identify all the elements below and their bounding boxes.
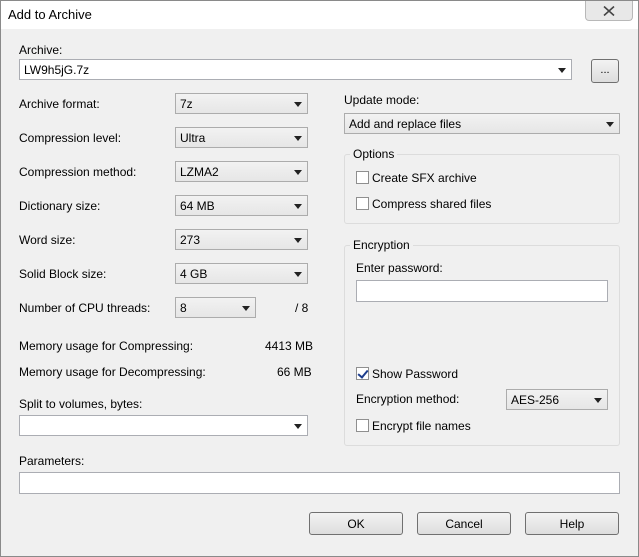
chevron-down-icon: [294, 136, 302, 141]
chevron-down-icon: [294, 170, 302, 175]
update-mode-select[interactable]: Add and replace files: [344, 113, 620, 134]
help-button[interactable]: Help: [525, 512, 619, 535]
compression-method-label: Compression method:: [19, 165, 137, 179]
compress-shared-checkbox[interactable]: [356, 197, 369, 210]
title-bar: Add to Archive: [1, 1, 638, 29]
compression-level-label: Compression level:: [19, 131, 122, 145]
help-button-label: Help: [559, 516, 585, 531]
options-group: Options: [344, 147, 620, 224]
show-password-checkbox[interactable]: [356, 367, 369, 380]
encryption-method-value: AES-256: [511, 393, 560, 407]
solid-block-size-value: 4 GB: [180, 267, 208, 281]
archive-format-select[interactable]: 7z: [175, 93, 308, 114]
word-size-label: Word size:: [19, 233, 76, 247]
archive-path-value: LW9h5jG.7z: [24, 63, 90, 77]
window-title: Add to Archive: [8, 7, 92, 22]
parameters-input[interactable]: [19, 472, 620, 494]
browse-button[interactable]: ...: [591, 59, 619, 83]
encryption-method-label: Encryption method:: [356, 392, 460, 406]
archive-format-label: Archive format:: [19, 97, 100, 111]
parameters-label: Parameters:: [19, 454, 85, 468]
close-button[interactable]: [585, 1, 633, 21]
ok-button-label: OK: [347, 516, 365, 531]
compression-level-value: Ultra: [180, 131, 206, 145]
cpu-threads-value: 8: [180, 301, 187, 315]
word-size-value: 273: [180, 233, 201, 247]
solid-block-size-label: Solid Block size:: [19, 267, 107, 281]
chevron-down-icon: [594, 398, 602, 403]
compress-shared-label: Compress shared files: [372, 197, 492, 211]
chevron-down-icon: [242, 306, 250, 311]
password-input[interactable]: [356, 280, 608, 302]
encryption-group-title: Encryption: [350, 238, 413, 252]
cpu-threads-max: / 8: [295, 301, 309, 315]
chevron-down-icon: [294, 238, 302, 243]
ok-button[interactable]: OK: [309, 512, 403, 535]
update-mode-label: Update mode:: [344, 93, 420, 107]
memory-compress-value: 4413 MB: [265, 339, 314, 353]
encryption-group: Encryption: [344, 238, 620, 446]
cancel-button[interactable]: Cancel: [417, 512, 511, 535]
memory-decompress-value: 66 MB: [277, 365, 312, 379]
memory-compress-label: Memory usage for Compressing:: [19, 339, 194, 353]
archive-format-value: 7z: [180, 97, 193, 111]
chevron-down-icon: [294, 272, 302, 277]
create-sfx-label: Create SFX archive: [372, 171, 477, 185]
cpu-threads-select[interactable]: 8: [175, 297, 256, 318]
compression-level-select[interactable]: Ultra: [175, 127, 308, 148]
encrypt-file-names-checkbox[interactable]: [356, 419, 369, 432]
update-mode-value: Add and replace files: [349, 117, 462, 131]
password-label: Enter password:: [356, 261, 443, 275]
archive-label: Archive:: [19, 43, 63, 57]
split-volumes-label: Split to volumes, bytes:: [19, 397, 143, 411]
word-size-select[interactable]: 273: [175, 229, 308, 250]
dictionary-size-select[interactable]: 64 MB: [175, 195, 308, 216]
chevron-down-icon: [294, 424, 302, 429]
encrypt-file-names-label: Encrypt file names: [372, 419, 471, 433]
chevron-down-icon: [294, 204, 302, 209]
encryption-method-select[interactable]: AES-256: [506, 389, 608, 410]
cancel-button-label: Cancel: [445, 516, 483, 531]
dictionary-size-label: Dictionary size:: [19, 199, 101, 213]
memory-decompress-label: Memory usage for Decompressing:: [19, 365, 206, 379]
chevron-down-icon: [294, 102, 302, 107]
compression-method-select[interactable]: LZMA2: [175, 161, 308, 182]
options-group-title: Options: [350, 147, 398, 161]
close-icon: [603, 5, 615, 16]
compression-method-value: LZMA2: [180, 165, 219, 179]
dictionary-size-value: 64 MB: [180, 199, 215, 213]
show-password-label: Show Password: [372, 367, 459, 381]
browse-button-label: ...: [600, 63, 610, 76]
chevron-down-icon: [558, 68, 566, 73]
split-volumes-combo[interactable]: [19, 415, 308, 436]
archive-path-combo[interactable]: LW9h5jG.7z: [19, 59, 572, 80]
create-sfx-checkbox[interactable]: [356, 171, 369, 184]
chevron-down-icon: [606, 122, 614, 127]
add-to-archive-dialog: Add to Archive Archive: LW9h5jG.7z ... A…: [0, 0, 639, 557]
cpu-threads-label: Number of CPU threads:: [19, 301, 151, 315]
solid-block-size-select[interactable]: 4 GB: [175, 263, 308, 284]
